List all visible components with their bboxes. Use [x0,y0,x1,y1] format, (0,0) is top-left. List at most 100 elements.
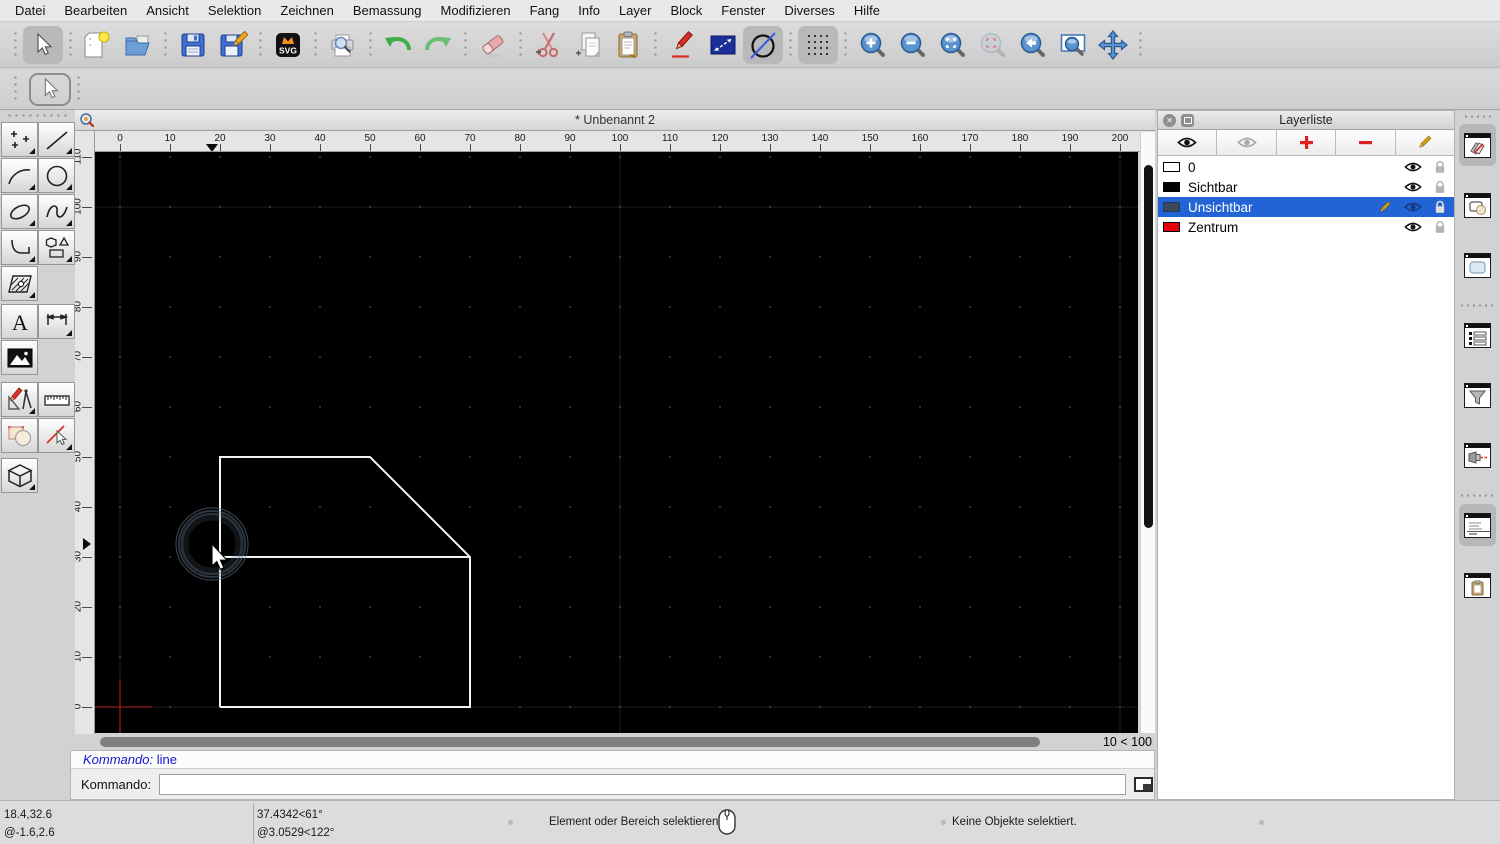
menu-item-bearbeiten[interactable]: Bearbeiten [61,3,130,18]
grid-dot [919,456,921,458]
remove-layer-button[interactable] [1336,130,1396,156]
zoom-out-button[interactable] [893,26,933,64]
document-title-bar[interactable]: * Unbenannt 2 [75,110,1155,131]
layer-color-swatch[interactable] [1163,162,1180,172]
layer-visibility-eye-icon[interactable] [1404,221,1422,233]
horizontal-scrollbar-thumb[interactable] [100,737,1040,747]
property-editor-panel-button[interactable] [1459,314,1496,356]
layer-color-swatch[interactable] [1163,182,1180,192]
polyline-tool-button[interactable] [1,230,38,265]
layer-row-sichtbar[interactable]: Sichtbar [1158,177,1454,197]
grid-toggle-button[interactable] [798,25,838,64]
layer-editing-pencil-icon[interactable] [1377,200,1392,215]
edit-layer-button[interactable] [1395,130,1455,156]
hatch-tool-button[interactable] [1,266,38,301]
vertical-scrollbar[interactable] [1140,132,1155,733]
print-preview-button[interactable] [323,26,363,64]
delete-eraser-button[interactable] [473,26,513,64]
menu-item-block[interactable]: Block [667,3,705,18]
zoom-selection-button[interactable] [973,26,1013,64]
construction-layer-button[interactable] [743,25,783,64]
edit-pencil-button[interactable] [663,26,703,64]
zoom-window-button[interactable] [1053,26,1093,64]
zoom-in-button[interactable] [853,26,893,64]
save-as-button[interactable] [213,26,253,64]
toolbar-handle[interactable] [14,29,17,60]
dimension-tool-button[interactable] [38,304,75,339]
undo-button[interactable] [378,26,418,64]
open-file-button[interactable] [118,26,158,64]
menu-item-info[interactable]: Info [575,3,603,18]
layer-list-panel-button[interactable] [1459,124,1496,166]
layer-visibility-eye-icon[interactable] [1404,181,1422,193]
block-list-panel-button[interactable] [1459,184,1496,226]
circle-tool-button[interactable] [38,158,75,193]
menu-item-datei[interactable]: Datei [12,3,48,18]
menu-item-hilfe[interactable]: Hilfe [851,3,883,18]
menu-item-fenster[interactable]: Fenster [718,3,768,18]
layer-row-unsichtbar[interactable]: Unsichtbar [1158,197,1454,217]
layer-lock-icon[interactable] [1434,160,1446,174]
options-selection-pointer-button[interactable] [29,72,71,106]
view-list-panel-button[interactable] [1459,244,1496,286]
image-tool-button[interactable] [1,340,38,375]
copy-button[interactable] [568,26,608,64]
drawing-canvas[interactable] [95,152,1138,733]
info-measure-tool-button[interactable] [38,382,75,417]
points-tool-button[interactable] [1,122,38,157]
auto-zoom-button[interactable] [933,26,973,64]
solid-3d-tool-button[interactable] [1,458,38,493]
menu-item-diverses[interactable]: Diverses [781,3,838,18]
command-line-panel-button[interactable] [1459,504,1496,546]
shape-tool-button[interactable] [38,230,75,265]
menu-item-bemassung[interactable]: Bemassung [350,3,425,18]
text-tool-button[interactable]: A [1,304,38,339]
selection-filter-panel-button[interactable] [1459,374,1496,416]
add-layer-button[interactable] [1276,130,1337,156]
cut-button[interactable] [528,26,568,64]
layer-lock-icon[interactable] [1434,180,1446,194]
line-tool-button[interactable] [38,122,75,157]
vertical-scrollbar-thumb[interactable] [1144,165,1153,528]
menu-item-selektion[interactable]: Selektion [205,3,264,18]
previous-view-button[interactable] [1013,26,1053,64]
save-button[interactable] [173,26,213,64]
palette-handle[interactable] [6,114,68,117]
modify-trim-tool-button[interactable] [38,418,75,453]
hide-all-layers-button[interactable] [1217,130,1277,156]
command-input[interactable] [159,774,1127,795]
horizontal-scrollbar[interactable]: 10 < 100 [75,734,1155,750]
layer-visibility-eye-icon[interactable] [1404,161,1422,173]
layer-row-0[interactable]: 0 [1158,157,1454,177]
layer-lock-icon[interactable] [1434,220,1446,234]
layer-color-swatch[interactable] [1163,222,1180,232]
show-all-layers-button[interactable] [1158,130,1218,156]
arc-tool-button[interactable] [1,158,38,193]
library-browser-panel-button[interactable] [1459,434,1496,476]
redo-button[interactable] [418,26,458,64]
command-options-button[interactable] [1134,777,1154,792]
explode-boolean-tool-button[interactable] [1,418,38,453]
menu-item-zeichnen[interactable]: Zeichnen [277,3,336,18]
dock-handle[interactable] [1463,115,1493,118]
layer-row-zentrum[interactable]: Zentrum [1158,217,1454,237]
draw-order-distance-button[interactable] [703,26,743,64]
selection-pointer-button[interactable] [23,25,63,64]
layer-visibility-eye-icon[interactable] [1404,201,1422,213]
toolbar-handle[interactable] [14,74,17,104]
ellipse-tool-button[interactable] [1,194,38,229]
layer-lock-icon[interactable] [1434,200,1446,214]
menu-item-modifizieren[interactable]: Modifizieren [438,3,514,18]
clipboard-panel-button[interactable] [1459,564,1496,606]
menu-item-ansicht[interactable]: Ansicht [143,3,192,18]
layer-color-swatch[interactable] [1163,202,1180,212]
paste-button[interactable] [608,26,648,64]
svg-export-button[interactable]: SVG [268,26,308,64]
new-file-button[interactable] [78,26,118,64]
layer-panel-title-bar[interactable]: ✕ Layerliste [1158,111,1454,130]
menu-item-fang[interactable]: Fang [527,3,563,18]
pan-button[interactable] [1093,26,1133,64]
spline-tool-button[interactable] [38,194,75,229]
modify-tool-button[interactable] [1,382,38,417]
menu-item-layer[interactable]: Layer [616,3,655,18]
